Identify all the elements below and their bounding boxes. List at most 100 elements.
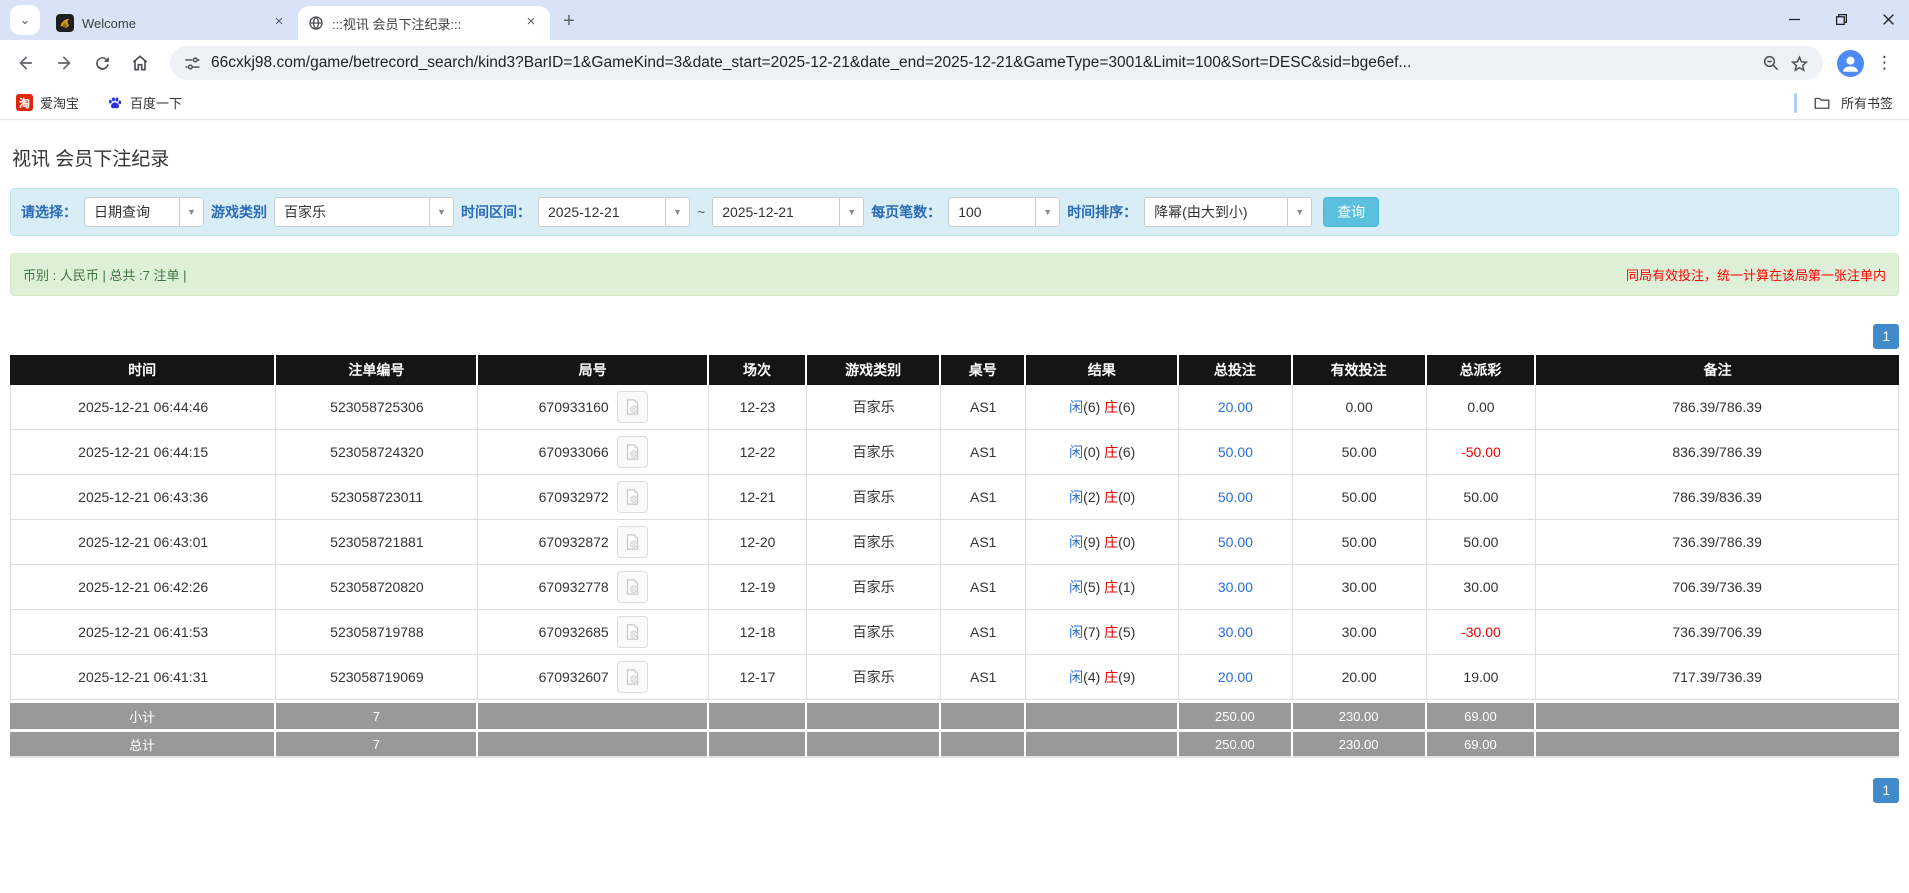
page-size-value: 100 — [949, 198, 1035, 226]
date-end-select[interactable]: 2025-12-21 ▼ — [712, 197, 864, 227]
profile-avatar[interactable] — [1837, 50, 1864, 77]
chevron-down-icon[interactable]: ▼ — [1287, 198, 1311, 226]
bookmark-taobao[interactable]: 淘 爱淘宝 — [16, 93, 79, 112]
game-type-select[interactable]: 百家乐 ▼ — [274, 197, 454, 227]
reload-button[interactable] — [86, 47, 118, 79]
video-replay-button[interactable] — [617, 481, 648, 513]
cell-total-bet[interactable]: 30.00 — [1179, 610, 1292, 655]
cell-round: 670932972 — [478, 475, 708, 520]
chevron-down-icon[interactable]: ▼ — [839, 198, 863, 226]
query-type-value: 日期查询 — [85, 198, 179, 226]
query-type-select[interactable]: 日期查询 ▼ — [84, 197, 204, 227]
cell-total-bet[interactable]: 50.00 — [1179, 475, 1292, 520]
table-row: 2025-12-21 06:43:01 523058721881 6709328… — [10, 520, 1899, 565]
cell-bet-id: 523058719788 — [276, 610, 478, 655]
video-replay-button[interactable] — [617, 661, 648, 693]
cell-total-bet[interactable]: 20.00 — [1179, 655, 1292, 700]
bookmark-star-icon[interactable] — [1790, 54, 1809, 73]
video-replay-button[interactable] — [617, 526, 648, 558]
video-replay-button[interactable] — [617, 436, 648, 468]
cell-time: 2025-12-21 06:41:53 — [10, 610, 276, 655]
tab-search-button[interactable]: ⌄ — [10, 5, 40, 35]
cell-note: 736.39/786.39 — [1536, 520, 1899, 565]
cell-table-no: AS1 — [941, 610, 1026, 655]
page-1-button[interactable]: 1 — [1873, 778, 1899, 803]
page-1-button[interactable]: 1 — [1873, 324, 1899, 349]
column-header-9: 总派彩 — [1427, 355, 1537, 385]
site-info-icon[interactable] — [184, 55, 201, 72]
close-icon[interactable]: × — [270, 14, 288, 32]
game-type-value: 百家乐 — [275, 198, 429, 226]
cell-note: 786.39/786.39 — [1536, 385, 1899, 430]
cell-game-type: 百家乐 — [807, 520, 941, 565]
search-button[interactable]: 查询 — [1323, 197, 1379, 227]
cell-total-bet[interactable]: 30.00 — [1179, 565, 1292, 610]
all-bookmarks-label: 所有书签 — [1841, 93, 1893, 112]
url-text[interactable]: 66cxkj98.com/game/betrecord_search/kind3… — [211, 54, 1752, 72]
cell-time: 2025-12-21 06:42:26 — [10, 565, 276, 610]
cell-total-bet[interactable]: 50.00 — [1179, 520, 1292, 565]
video-replay-button[interactable] — [617, 571, 648, 603]
table-body: 2025-12-21 06:44:46 523058725306 6709331… — [10, 385, 1899, 700]
round-id: 670932607 — [539, 669, 609, 685]
player-result-label: 闲 — [1069, 489, 1083, 505]
chevron-down-icon[interactable]: ▼ — [429, 198, 453, 226]
date-end-value: 2025-12-21 — [713, 198, 839, 226]
video-replay-button[interactable] — [617, 616, 648, 648]
cell-bet-id: 523058723011 — [276, 475, 478, 520]
new-tab-button[interactable]: + — [556, 8, 582, 34]
cell-total-bet[interactable]: 50.00 — [1179, 430, 1292, 475]
cell-total-bet[interactable]: 20.00 — [1179, 385, 1292, 430]
sort-value: 降幂(由大到小) — [1145, 198, 1287, 226]
browser-menu-icon[interactable]: ⋮ — [1870, 53, 1899, 73]
tab-welcome[interactable]: Welcome × — [46, 6, 298, 40]
tab-bet-record[interactable]: :::视讯 会员下注纪录::: × — [298, 6, 550, 40]
column-header-3: 场次 — [709, 355, 807, 385]
cell-note: 786.39/836.39 — [1536, 475, 1899, 520]
cell-valid-bet: 50.00 — [1293, 475, 1427, 520]
date-start-select[interactable]: 2025-12-21 ▼ — [538, 197, 690, 227]
cell-round: 670932872 — [478, 520, 708, 565]
select-type-label: 请选择： — [21, 202, 77, 222]
minimize-button[interactable] — [1788, 13, 1801, 26]
cell-valid-bet: 50.00 — [1293, 520, 1427, 565]
column-header-7: 总投注 — [1179, 355, 1292, 385]
chevron-down-icon[interactable]: ▼ — [179, 198, 203, 226]
table-row: 2025-12-21 06:44:15 523058724320 6709330… — [10, 430, 1899, 475]
video-file-icon — [623, 533, 641, 551]
page-size-select[interactable]: 100 ▼ — [948, 197, 1060, 227]
total-payout: 69.00 — [1427, 729, 1537, 758]
page-content: 视讯 会员下注纪录 请选择： 日期查询 ▼ 游戏类别 百家乐 ▼ 时间区间： 2… — [0, 144, 1909, 803]
cell-payout: 0.00 — [1427, 385, 1537, 430]
forward-button[interactable] — [48, 47, 80, 79]
player-result-label: 闲 — [1069, 444, 1083, 460]
chevron-down-icon[interactable]: ▼ — [665, 198, 689, 226]
chevron-down-icon[interactable]: ▼ — [1035, 198, 1059, 226]
cell-note: 717.39/736.39 — [1536, 655, 1899, 700]
restore-button[interactable] — [1835, 13, 1848, 26]
close-icon[interactable]: × — [522, 14, 540, 32]
video-file-icon — [623, 443, 641, 461]
cell-game-type: 百家乐 — [807, 610, 941, 655]
tab-title: :::视讯 会员下注纪录::: — [332, 14, 514, 33]
zoom-out-icon[interactable] — [1762, 54, 1780, 72]
player-result-value: (6) — [1083, 399, 1100, 415]
video-replay-button[interactable] — [617, 391, 648, 423]
all-bookmarks-button[interactable]: 所有书签 — [1794, 93, 1893, 113]
bet-record-table: 时间注单编号局号场次游戏类别桌号结果总投注有效投注总派彩备注 2025-12-2… — [10, 355, 1899, 758]
cell-session: 12-22 — [709, 430, 807, 475]
cell-bet-id: 523058720820 — [276, 565, 478, 610]
sort-select[interactable]: 降幂(由大到小) ▼ — [1144, 197, 1312, 227]
cell-table-no: AS1 — [941, 565, 1026, 610]
close-window-button[interactable] — [1882, 13, 1895, 26]
date-range-label: 时间区间： — [461, 202, 531, 222]
home-button[interactable] — [124, 47, 156, 79]
cell-round: 670932607 — [478, 655, 708, 700]
bookmark-baidu[interactable]: 百度一下 — [107, 93, 182, 112]
bookmark-label: 百度一下 — [130, 93, 182, 112]
page-title: 视讯 会员下注纪录 — [12, 144, 1899, 171]
page-size-label: 每页笔数： — [871, 202, 941, 222]
back-button[interactable] — [10, 47, 42, 79]
player-result-value: (7) — [1083, 624, 1100, 640]
address-bar[interactable]: 66cxkj98.com/game/betrecord_search/kind3… — [170, 46, 1823, 80]
